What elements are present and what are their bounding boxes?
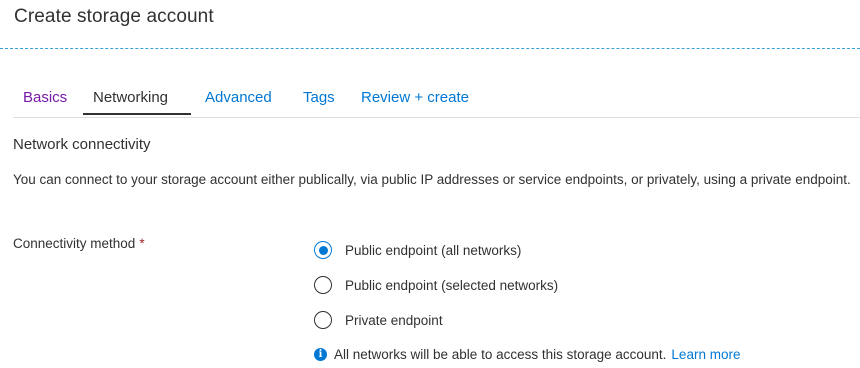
tab-advanced[interactable]: Advanced <box>205 88 272 108</box>
radio-label-private: Private endpoint <box>345 312 443 328</box>
tab-bar: Basics Networking Advanced Tags Review +… <box>13 86 860 118</box>
section-heading: Network connectivity <box>13 136 151 153</box>
tab-review-create[interactable]: Review + create <box>361 88 469 108</box>
info-icon: i <box>314 347 327 361</box>
active-tab-indicator <box>83 113 191 115</box>
info-message: i All networks will be able to access th… <box>314 344 740 364</box>
radio-public-selected-networks[interactable]: Public endpoint (selected networks) <box>314 274 558 296</box>
tab-networking[interactable]: Networking <box>93 88 168 108</box>
radio-public-all-networks[interactable]: Public endpoint (all networks) <box>314 239 521 261</box>
radio-label-public-selected: Public endpoint (selected networks) <box>345 277 559 293</box>
tab-tags[interactable]: Tags <box>303 88 335 108</box>
required-marker: * <box>139 236 145 251</box>
radio-unselected-icon[interactable] <box>314 276 332 294</box>
page-title: Create storage account <box>14 6 214 27</box>
tab-basics[interactable]: Basics <box>23 88 67 108</box>
radio-selected-icon[interactable] <box>314 241 332 259</box>
radio-label-public-all: Public endpoint (all networks) <box>345 242 522 258</box>
radio-private-endpoint[interactable]: Private endpoint <box>314 309 443 331</box>
connectivity-method-text: Connectivity method <box>13 236 136 251</box>
info-text: All networks will be able to access this… <box>334 346 667 362</box>
learn-more-link[interactable]: Learn more <box>671 347 740 362</box>
connectivity-method-label: Connectivity method * <box>13 236 145 251</box>
header-divider <box>0 48 860 49</box>
section-description: You can connect to your storage account … <box>13 172 851 187</box>
radio-unselected-icon[interactable] <box>314 311 332 329</box>
